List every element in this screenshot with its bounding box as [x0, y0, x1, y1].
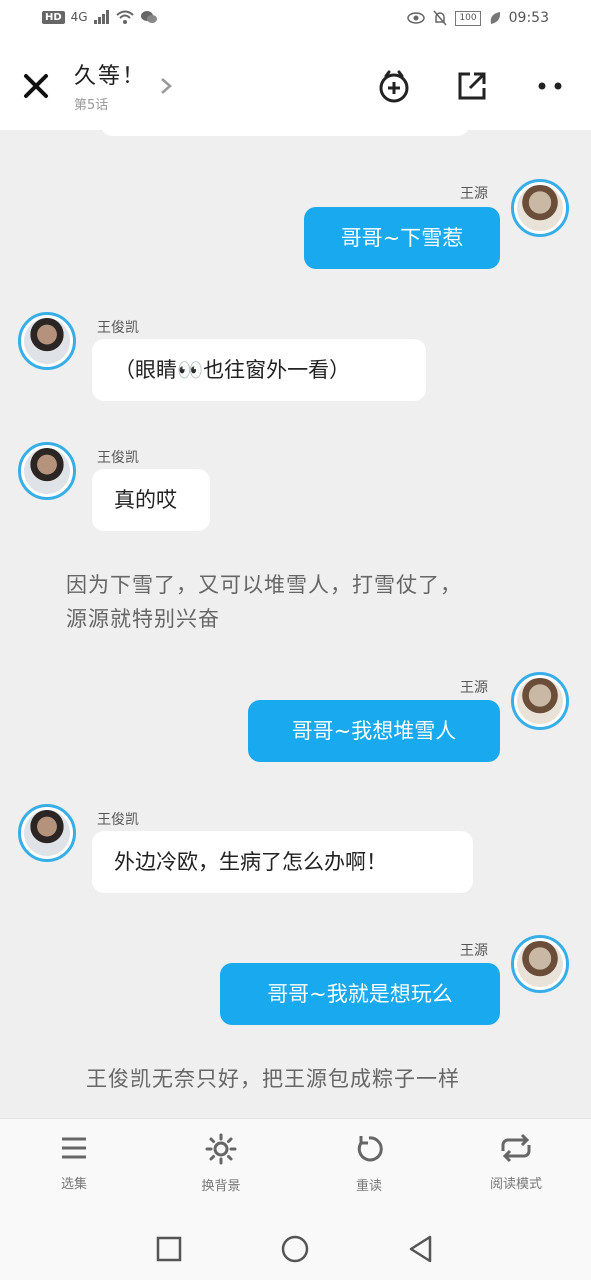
reader-header: 久等！ 第5话 — [0, 40, 591, 130]
menu-icon — [62, 1137, 86, 1159]
toolbar-reread-button[interactable]: 重读 — [319, 1133, 419, 1194]
wechat-icon — [140, 11, 157, 23]
avatar[interactable] — [18, 442, 76, 500]
leaf-icon — [490, 12, 500, 24]
chapter-label: 第5话 — [74, 98, 109, 113]
speaker-name: 王俊凯 — [97, 812, 139, 828]
toolbar-label: 阅读模式 — [489, 1177, 542, 1192]
toolbar-episodes-button[interactable]: 选集 — [24, 1133, 124, 1192]
refresh-icon — [357, 1136, 383, 1162]
chat-bubble: 哥哥~下雪惹 — [304, 207, 500, 269]
speaker-name: 王源 — [460, 943, 488, 959]
toolbar-label: 选集 — [60, 1177, 87, 1192]
avatar[interactable] — [511, 179, 569, 237]
chat-area[interactable]: 王源 哥哥~下雪惹 王俊凯 （眼睛👀也往窗外一看） 王俊凯 真的哎 因为下雪了，… — [0, 130, 591, 1118]
chevron-right-icon[interactable] — [158, 76, 174, 96]
add-follow-icon[interactable] — [376, 68, 412, 104]
chat-bubble: 真的哎 — [92, 469, 210, 531]
narration-line: 王俊凯无奈只好，把王源包成粽子一样 — [86, 1067, 460, 1091]
speaker-name: 王俊凯 — [97, 450, 139, 466]
recent-apps-icon[interactable] — [154, 1234, 184, 1264]
bell-off-icon — [433, 10, 448, 26]
avatar[interactable] — [511, 672, 569, 730]
wifi-icon — [115, 10, 134, 24]
sun-icon — [205, 1133, 237, 1165]
chat-bubble: 哥哥~我就是想玩么 — [220, 963, 500, 1025]
home-icon[interactable] — [280, 1234, 310, 1264]
narration-line: 源源就特别兴奋 — [66, 607, 220, 631]
reader-toolbar: 选集 换背景 重读 阅读模式 — [0, 1118, 591, 1219]
toolbar-background-button[interactable]: 换背景 — [171, 1133, 271, 1194]
toolbar-label: 换背景 — [201, 1179, 241, 1194]
speaker-name: 王源 — [460, 186, 488, 202]
clock: 09:53 — [508, 10, 549, 26]
eye-icon — [407, 12, 426, 24]
previous-bubble — [100, 130, 470, 136]
narration-line: 因为下雪了，又可以堆雪人，打雪仗了， — [66, 573, 462, 597]
chapter-title-block[interactable]: 久等！ 第5话 — [74, 58, 146, 113]
battery-indicator: 100 — [455, 10, 481, 26]
avatar[interactable] — [511, 935, 569, 993]
more-icon[interactable] — [532, 68, 568, 104]
network-label: 4G — [70, 10, 88, 24]
share-icon[interactable] — [454, 68, 490, 104]
signal-icon — [93, 10, 109, 24]
toolbar-label: 重读 — [355, 1179, 382, 1194]
system-nav-bar — [0, 1218, 591, 1280]
chat-bubble: 外边冷欧，生病了怎么办啊！ — [92, 831, 473, 893]
avatar[interactable] — [18, 804, 76, 862]
repeat-icon — [501, 1133, 531, 1163]
chat-bubble: （眼睛👀也往窗外一看） — [92, 339, 426, 401]
back-icon[interactable] — [406, 1234, 436, 1264]
status-bar: HD 4G 100 09:53 — [0, 0, 591, 40]
story-title: 久等！ — [74, 64, 147, 89]
toolbar-reading-mode-button[interactable]: 阅读模式 — [466, 1133, 566, 1192]
chat-bubble: 哥哥~我想堆雪人 — [248, 700, 500, 762]
speaker-name: 王源 — [460, 680, 488, 696]
speaker-name: 王俊凯 — [97, 320, 139, 336]
hd-badge: HD — [42, 10, 65, 24]
close-icon[interactable] — [20, 70, 52, 102]
avatar[interactable] — [18, 312, 76, 370]
